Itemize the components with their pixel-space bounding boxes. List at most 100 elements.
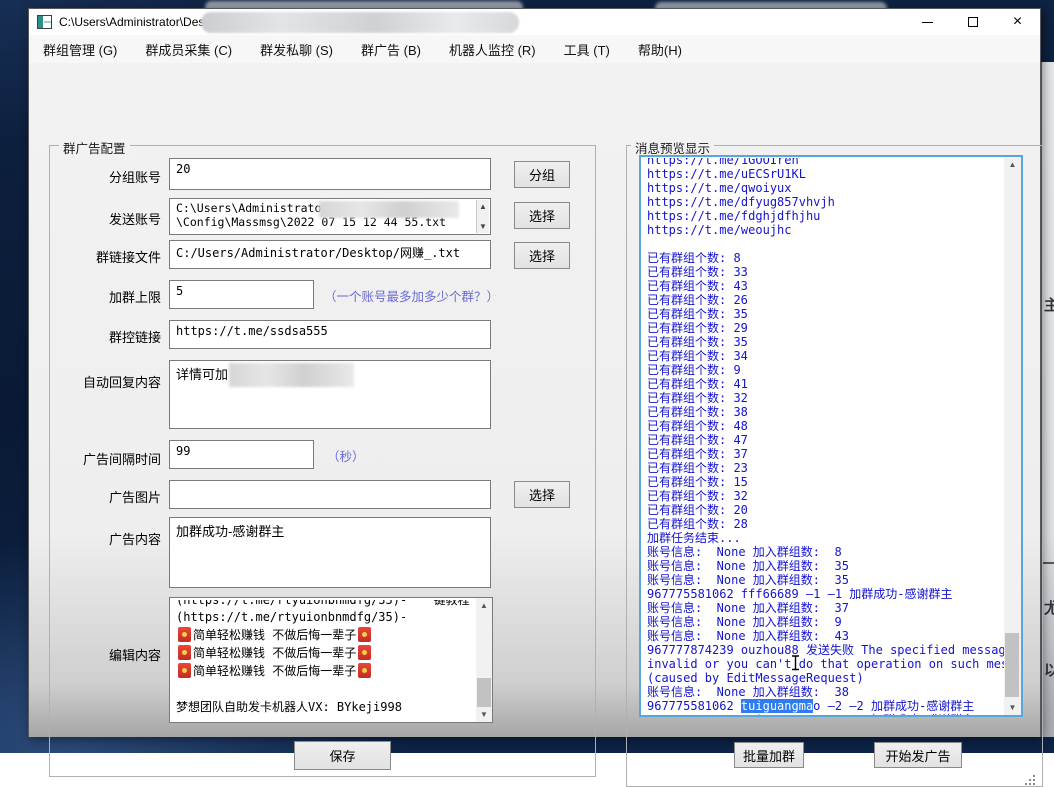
control-link-input[interactable]: https://t.me/ssdsa555 [169, 320, 491, 349]
menu-item[interactable]: 机器人监控 (R) [435, 40, 550, 59]
preview-line: 已有群组个数: 47 [647, 433, 1001, 447]
preview-line: 账号信息: None 加入群组数: 43 [647, 629, 1001, 643]
preview-line: 已有群组个数: 28 [647, 517, 1001, 531]
field-label: 广告间隔时间 [54, 449, 161, 468]
maximize-button[interactable] [950, 9, 995, 35]
field-label: 群链接文件 [54, 247, 161, 266]
scroll-down-icon[interactable]: ▼ [479, 222, 487, 231]
scrollbar-thumb[interactable] [477, 678, 491, 710]
scroll-up-icon[interactable]: ▲ [476, 598, 492, 613]
preview-line: 加群任务结束... [647, 531, 1001, 545]
red-envelope-emoji [358, 627, 371, 642]
preview-line: 账号信息: None 加入群组数: 35 [647, 573, 1001, 587]
close-icon: × [1013, 14, 1022, 30]
field-label: 编辑内容 [54, 645, 161, 664]
preview-line: https://t.me/dfyug857vhvjh [647, 195, 1001, 209]
preview-line: 已有群组个数: 9 [647, 363, 1001, 377]
resize-grip-icon[interactable] [1025, 775, 1037, 787]
edit-line: 简单轻松赚钱 不做后悔一辈子 [176, 626, 472, 644]
preview-line: 账号信息: None 加入群组数: 35 [647, 559, 1001, 573]
join-limit-input[interactable]: 5 [169, 280, 314, 309]
title-bar[interactable]: C:\Users\Administrator\Desktop × [29, 9, 1040, 35]
field-label: 分组账号 [54, 167, 161, 186]
menu-item[interactable]: 帮助(H) [624, 40, 696, 59]
ad-interval-input[interactable]: 99 [169, 440, 314, 469]
preview-line: 已有群组个数: 20 [647, 503, 1001, 517]
message-preview-list[interactable]: https://t.me/1GOOIrenhttps://t.me/uECSrU… [639, 155, 1023, 717]
menu-item[interactable]: 群广告 (B) [347, 40, 435, 59]
ad-content-text: 加群成功-感谢群主 [176, 524, 284, 539]
preview-line: 967775581062 tuiguangmao —2 —2 加群成功-感谢群主 [647, 699, 1001, 713]
close-button[interactable]: × [995, 9, 1040, 35]
group-link-file-input[interactable]: C:/Users/Administrator/Desktop/网赚_.txt [169, 240, 491, 269]
preview-line: 已有群组个数: 26 [647, 293, 1001, 307]
preview-scrollbar[interactable]: ▲ ▼ [1004, 157, 1021, 715]
send-account-scrollbar[interactable]: ▲▼ [476, 200, 489, 233]
save-button[interactable]: 保存 [294, 741, 391, 770]
preview-line: 967777874239 ouzhou88 发送失败 The specified… [647, 643, 1001, 657]
background-text: 以 [1044, 659, 1054, 680]
preview-line: 已有群组个数: 41 [647, 377, 1001, 391]
choose-ad-image-button[interactable]: 选择 [514, 481, 570, 508]
preview-line: 已有群组个数: 8 [647, 251, 1001, 265]
background-window-edge [1042, 562, 1054, 564]
ad-content-textarea[interactable]: 加群成功-感谢群主 [169, 517, 491, 588]
edit-line [176, 680, 472, 698]
edit-line: 简单轻松赚钱 不做后悔一辈子 [176, 662, 472, 680]
preview-line: https://t.me/uECSrU1KL [647, 167, 1001, 181]
preview-line: 963777894239 tuiguangmao —3 —3 加群成功-感谢群主 [647, 713, 1001, 717]
preview-line: 已有群组个数: 15 [647, 475, 1001, 489]
red-envelope-emoji [358, 645, 371, 660]
preview-line: 已有群组个数: 29 [647, 321, 1001, 335]
preview-line: 已有群组个数: 37 [647, 447, 1001, 461]
preview-line: 已有群组个数: 32 [647, 489, 1001, 503]
menu-item[interactable]: 群发私聊 (S) [246, 40, 347, 59]
maximize-icon [968, 17, 978, 27]
preview-line: (caused by EditMessageRequest) [647, 671, 1001, 685]
choose-link-file-button[interactable]: 选择 [514, 242, 570, 269]
preview-line [647, 237, 1001, 251]
client-area: 群广告配置 分组账号 20 分组 发送账号 C:\Users\Administr… [29, 63, 1040, 737]
preview-line: 已有群组个数: 23 [647, 461, 1001, 475]
scroll-up-icon[interactable]: ▲ [479, 202, 487, 211]
background-text: 尤 [1044, 597, 1054, 618]
start-ad-button[interactable]: 开始发广告 [874, 742, 962, 768]
batch-join-button[interactable]: 批量加群 [734, 742, 804, 768]
group-account-input[interactable]: 20 [169, 158, 491, 190]
scroll-up-icon[interactable]: ▲ [1004, 157, 1021, 172]
scroll-down-icon[interactable]: ▼ [1004, 700, 1021, 715]
menu-item[interactable]: 工具 (T) [550, 40, 624, 59]
preview-line: 已有群组个数: 35 [647, 335, 1001, 349]
preview-line: https://t.me/qwoiyux [647, 181, 1001, 195]
preview-line: 已有群组个数: 33 [647, 265, 1001, 279]
redaction-blur [319, 201, 459, 218]
preview-line: 已有群组个数: 38 [647, 405, 1001, 419]
edit-content-textarea[interactable]: (https://t.me/rtyuionbnmdfg/35)- 一键教程(ht… [169, 597, 493, 723]
redaction-blur [201, 12, 519, 33]
field-label: 广告内容 [54, 529, 161, 548]
preview-line: 账号信息: None 加入群组数: 9 [647, 615, 1001, 629]
ad-config-title: 群广告配置 [59, 138, 130, 157]
menu-item[interactable]: 群组管理 (G) [29, 40, 131, 59]
field-label: 发送账号 [54, 209, 161, 228]
choose-send-account-button[interactable]: 选择 [514, 202, 570, 229]
red-envelope-emoji [178, 663, 191, 678]
red-envelope-emoji [178, 645, 191, 660]
field-label: 群控链接 [54, 327, 161, 346]
scroll-down-icon[interactable]: ▼ [476, 707, 492, 722]
edit-line-clipped: (https://t.me/rtyuionbnmdfg/35)- 一键教程 [176, 600, 472, 608]
edit-line: 梦想团队自助发卡机器人VX: BYkeji998 [176, 698, 472, 716]
minimize-icon [922, 22, 933, 23]
ad-interval-hint: （秒） [327, 446, 365, 465]
field-label: 加群上限 [54, 287, 161, 306]
minimize-button[interactable] [905, 9, 950, 35]
scrollbar-thumb[interactable] [1005, 633, 1019, 697]
menu-item[interactable]: 群成员采集 (C) [131, 40, 246, 59]
group-button[interactable]: 分组 [514, 161, 570, 188]
preview-line: 账号信息: None 加入群组数: 38 [647, 685, 1001, 699]
preview-line: 账号信息: None 加入群组数: 37 [647, 601, 1001, 615]
app-window: C:\Users\Administrator\Desktop × 群组管理 (G… [28, 8, 1041, 737]
edit-content-scrollbar[interactable]: ▲ ▼ [476, 598, 492, 722]
ad-image-input[interactable] [169, 480, 491, 509]
join-limit-hint: （一个账号最多加多少个群？） [324, 286, 499, 305]
